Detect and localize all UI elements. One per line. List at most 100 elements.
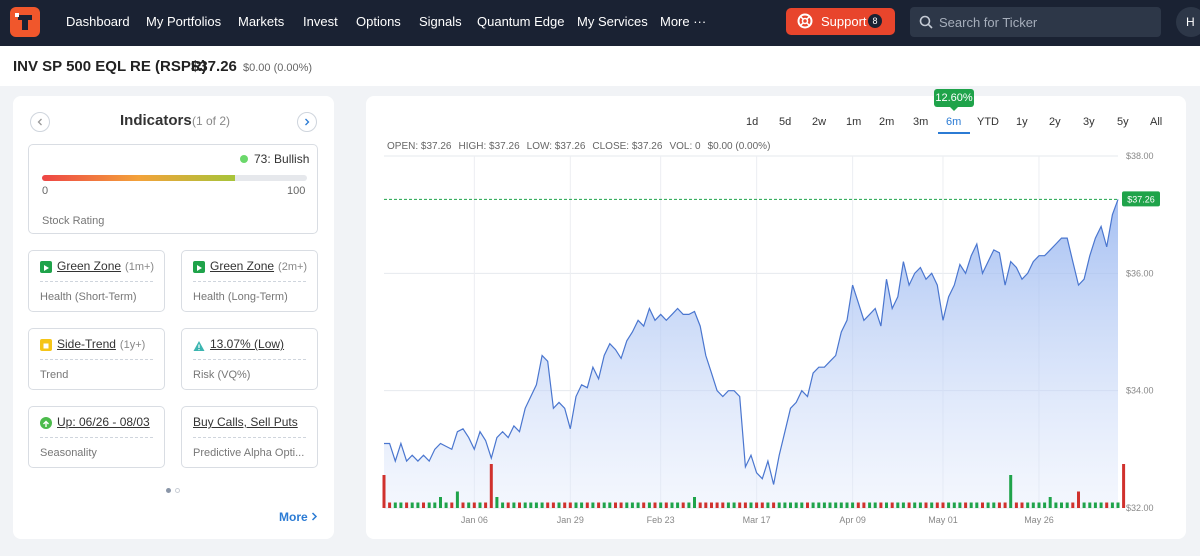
indicator-card-health-long[interactable]: Green Zone (2m+) Health (Long-Term) (181, 250, 318, 312)
divider (193, 359, 306, 360)
nav-my-portfolios[interactable]: My Portfolios (146, 14, 221, 29)
volume-bar (800, 502, 804, 508)
volume-bar (687, 502, 691, 508)
indicator-card-risk[interactable]: 13.07% (Low) Risk (VQ%) (181, 328, 318, 390)
nav-signals[interactable]: Signals (419, 14, 462, 29)
lifebuoy-icon (797, 13, 813, 32)
price-area (384, 199, 1118, 508)
volume-bar (981, 502, 984, 508)
volume-bar (478, 502, 482, 508)
volume-bar (1105, 502, 1109, 508)
chevron-left-icon (37, 118, 42, 126)
nav-invest[interactable]: Invest (303, 14, 338, 29)
indicators-title: Indicators (120, 112, 192, 129)
volume-bar (1110, 502, 1114, 508)
volume-bar (704, 502, 708, 508)
volume-bar (467, 502, 471, 508)
page-dot-active[interactable] (166, 488, 171, 493)
volume-bar (512, 502, 516, 508)
warning-icon (193, 339, 205, 351)
volume-bar (1065, 502, 1069, 508)
more-link[interactable]: More (279, 510, 318, 524)
volume-bar (427, 502, 431, 508)
volume-bar (1037, 502, 1041, 508)
x-tick-label: May 01 (928, 515, 958, 525)
indicator-caption: Predictive Alpha Opti... (193, 447, 305, 459)
x-tick-label: Mar 17 (743, 515, 771, 525)
x-tick-label: Jan 06 (461, 515, 488, 525)
nav-more[interactable]: More ··· (660, 14, 706, 29)
volume-bar (608, 502, 612, 508)
volume-bar (642, 502, 646, 508)
nav-my-services[interactable]: My Services (577, 14, 648, 29)
volume-bar (806, 502, 809, 508)
y-tick-label: $32.00 (1126, 503, 1154, 513)
volume-bar (811, 502, 815, 508)
volume-bar (399, 502, 403, 508)
indicator-sub: (1y+) (119, 339, 146, 351)
indicators-next-button[interactable] (297, 112, 317, 132)
price-chart[interactable]: $38.00 $36.00 $34.00 $32.00 Jan 06 Jan 29 Feb … (366, 96, 1186, 539)
rating-status-dot (240, 155, 248, 163)
ticker-name: INV SP 500 EQL RE (RSPR) (13, 58, 207, 75)
volume-bar (817, 502, 821, 508)
volume-bar (726, 502, 730, 508)
volume-bar (659, 502, 663, 508)
chevron-right-icon (305, 118, 310, 126)
nav-dashboard[interactable]: Dashboard (66, 14, 130, 29)
volume-bar (681, 502, 685, 508)
indicator-card-trend[interactable]: Side-Trend (1y+) Trend (28, 328, 165, 390)
rating-bar-fill (42, 175, 236, 181)
volume-bar (969, 502, 973, 508)
page-dot[interactable] (175, 488, 180, 493)
volume-bar (743, 502, 747, 508)
support-button[interactable]: Support 8 (786, 8, 895, 35)
indicator-label: Buy Calls, Sell Puts (193, 415, 298, 429)
volume-bar (664, 502, 668, 508)
chart-panel: 1d 5d 2w 1m 2m 3m 6m YTD 1y 2y 3y 5y All… (366, 89, 1186, 539)
stock-rating-card[interactable]: 73: Bullish 0 100 Stock Rating (28, 144, 318, 234)
volume-bar (885, 502, 888, 508)
volume-bar (896, 502, 900, 508)
y-tick-label: $38.00 (1126, 151, 1154, 161)
volume-bar (1093, 502, 1097, 508)
volume-bar (551, 502, 555, 508)
volume-bar (1071, 502, 1075, 508)
indicator-card-seasonality[interactable]: Up: 06/26 - 08/03 Seasonality (28, 406, 165, 468)
volume-bar (794, 502, 798, 508)
volume-bar (585, 502, 589, 508)
search-input[interactable] (939, 12, 1149, 32)
indicator-card-health-short[interactable]: Green Zone (1m+) Health (Short-Term) (28, 250, 165, 312)
x-tick-label: May 26 (1024, 515, 1054, 525)
ticker-price: $37.26 (191, 58, 237, 75)
volume-bar (416, 502, 420, 508)
volume-bar (721, 502, 725, 508)
volume-bar (941, 502, 945, 508)
volume-bar (839, 502, 843, 508)
volume-bar (755, 502, 759, 508)
volume-bar (1077, 491, 1080, 508)
volume-bar (534, 502, 538, 508)
volume-bar (495, 497, 499, 508)
nav-quantum-edge[interactable]: Quantum Edge (477, 14, 564, 29)
indicator-label: Green Zone (210, 259, 275, 273)
volume-bar (405, 502, 409, 508)
volume-bar (986, 502, 990, 508)
logo-icon[interactable] (10, 7, 40, 37)
indicators-prev-button[interactable] (30, 112, 50, 132)
volume-bar (975, 502, 979, 508)
indicators-page: (1 of 2) (192, 114, 231, 128)
nav-markets[interactable]: Markets (238, 14, 284, 29)
volume-bar (388, 502, 392, 508)
volume-bar (862, 502, 866, 508)
nav-options[interactable]: Options (356, 14, 401, 29)
volume-bar (1099, 502, 1103, 508)
indicator-card-predictive-alpha[interactable]: Buy Calls, Sell Puts Predictive Alpha Op… (181, 406, 318, 468)
volume-bar (851, 502, 855, 508)
volume-bar (1009, 475, 1013, 508)
avatar[interactable]: H (1176, 7, 1200, 37)
volume-bar (393, 502, 397, 508)
indicator-caption: Trend (40, 369, 69, 381)
volume-bar (997, 502, 1001, 508)
indicators-panel: Indicators (1 of 2) 73: Bullish 0 100 St… (13, 96, 334, 539)
